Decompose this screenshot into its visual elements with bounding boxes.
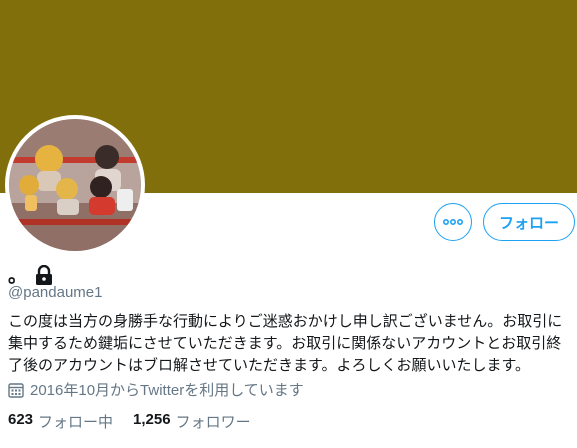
more-icon — [443, 219, 463, 225]
followers-link[interactable]: 1,256 フォロワー — [133, 411, 251, 432]
followers-label: フォロワー — [175, 414, 251, 431]
more-options-button[interactable] — [434, 203, 472, 241]
profile-stats: 623 フォロー中 1,256 フォロワー — [8, 411, 251, 432]
avatar[interactable] — [5, 115, 145, 255]
following-label: フォロー中 — [38, 414, 114, 431]
profile-bio: この度は当方の身勝手な行動によりご迷惑おかけし申し訳ございません。お取引に集中す… — [8, 313, 563, 374]
profile-handle: @pandaume1 — [8, 284, 103, 301]
follow-button-label: フォロー — [498, 214, 559, 232]
following-link[interactable]: 623 フォロー中 — [8, 411, 113, 432]
followers-count: 1,256 — [133, 411, 171, 428]
joined-date: 2016年10月からTwitterを利用しています — [8, 379, 304, 400]
following-count: 623 — [8, 411, 34, 428]
joined-text: 2016年10月からTwitterを利用しています — [30, 382, 304, 399]
avatar-image — [9, 119, 141, 251]
calendar-icon — [8, 382, 24, 398]
follow-button[interactable]: フォロー — [483, 203, 575, 241]
lock-icon — [35, 264, 53, 285]
